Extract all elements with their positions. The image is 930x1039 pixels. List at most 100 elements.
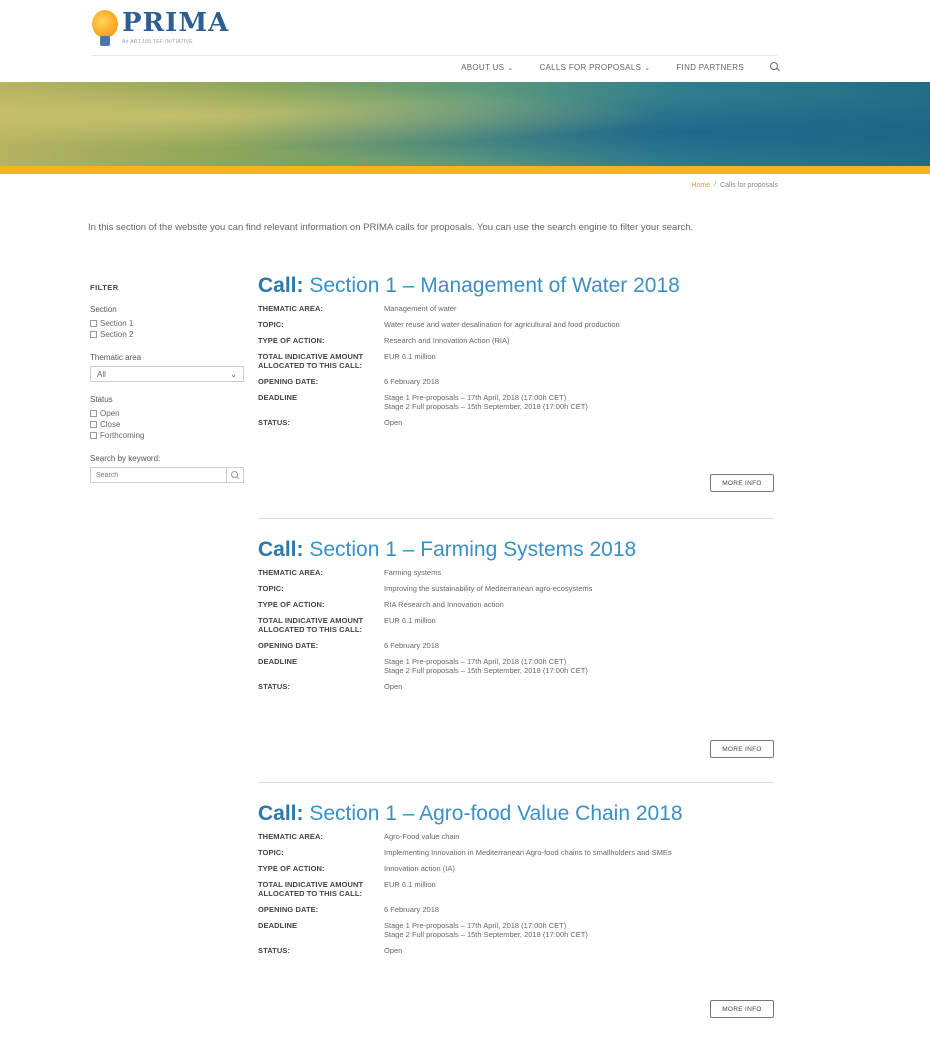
call-title[interactable]: Call: Section 1 – Agro-food Value Chain … [258,802,774,826]
amount-row: TOTAL INDICATIVE AMOUNT ALLOCATED TO THI… [258,352,774,370]
thematic-area-select[interactable]: All ⌄ [90,366,244,382]
breadcrumb: Home / Calls for proposals [691,182,778,189]
field-value: 6 February 2018 [384,905,440,914]
hero-banner [0,82,930,166]
topic-row: TOPIC: Improving the sustainability of Me… [258,584,774,593]
call-card: Call: Section 1 – Farming Systems 2018 T… [258,538,774,758]
checkbox-icon [90,331,97,338]
keyword-search-button[interactable] [226,468,243,482]
status-row: STATUS: Open [258,946,774,955]
field-value: RIA Research and Innovation action [384,600,504,609]
checkbox-icon [90,320,97,327]
field-value: Management of water [384,304,457,313]
type-row: TYPE OF ACTION: RIA Research and Innovati… [258,600,774,609]
opening-row: OPENING DATE: 6 February 2018 [258,905,774,914]
status-open-checkbox[interactable]: Open [90,408,250,419]
more-info-button[interactable]: MORE INFO [710,474,774,492]
more-info-button[interactable]: MORE INFO [710,1000,774,1018]
field-label: TOPIC: [258,320,284,329]
checkbox-icon [90,421,97,428]
site-header: PRIMA An ART.185 TEF INITIATIVE ABOUT US… [0,0,930,82]
call-title[interactable]: Call: Section 1 – Management of Water 20… [258,274,774,298]
type-row: TYPE OF ACTION: Innovation action (IA) [258,864,774,873]
thematic-row: THEMATIC AREA: Management of water [258,304,774,313]
breadcrumb-current: Calls for proposals [720,182,778,189]
status-close-checkbox[interactable]: Close [90,419,250,430]
field-label: TOTAL INDICATIVE AMOUNT ALLOCATED TO THI… [258,352,364,370]
field-value: Open [384,682,403,691]
nav-calls-for-proposals[interactable]: CALLS FOR PROPOSALS ⌄ [539,63,650,72]
keyword-search-input[interactable] [91,468,226,482]
call-title[interactable]: Call: Section 1 – Farming Systems 2018 [258,538,774,562]
call-title-text: Section 1 – Management of Water 2018 [309,274,680,297]
field-label: THEMATIC AREA: [258,568,324,577]
checkbox-label: Open [100,409,120,418]
nav-label: FIND PARTNERS [676,62,744,72]
topic-row: TOPIC: Implementing Innovation in Mediter… [258,848,774,857]
more-info-button[interactable]: MORE INFO [710,740,774,758]
field-label: TOPIC: [258,584,284,593]
call-divider [258,782,774,783]
section-label: Section [90,305,117,314]
field-value: Improving the sustainability of Mediterr… [384,584,593,593]
deadline-row: DEADLINE Stage 1 Pre-proposals – 17th Apr… [258,657,774,675]
field-value: EUR 6.1 million [384,616,436,625]
field-label: DEADLINE [258,393,298,402]
field-value: 6 February 2018 [384,641,440,650]
call-divider [258,518,774,519]
amount-row: TOTAL INDICATIVE AMOUNT ALLOCATED TO THI… [258,880,774,898]
breadcrumb-separator: / [714,182,717,189]
deadline-stage-1: Stage 1 Pre-proposals – 17th April, 2018… [384,921,567,930]
intro-text: In this section of the website you can f… [88,222,694,233]
checkbox-icon [90,432,97,439]
field-label: OPENING DATE: [258,905,319,914]
field-label: STATUS: [258,418,291,427]
field-value: Research and Innovation Action (RIA) [384,336,510,345]
type-row: TYPE OF ACTION: Research and Innovation A… [258,336,774,345]
deadline-row: DEADLINE Stage 1 Pre-proposals – 17th Apr… [258,393,774,411]
field-label: TOTAL INDICATIVE AMOUNT ALLOCATED TO THI… [258,616,364,634]
field-value: Water reuse and water desalination for a… [384,320,620,329]
field-label: THEMATIC AREA: [258,832,324,841]
search-icon[interactable] [770,62,780,72]
field-value: Stage 1 Pre-proposals – 17th April, 2018… [384,393,774,411]
field-value: Stage 1 Pre-proposals – 17th April, 2018… [384,921,774,939]
field-label: TYPE OF ACTION: [258,336,325,345]
logo-tagline: An ART.185 TEF INITIATIVE [122,39,193,45]
deadline-stage-1: Stage 1 Pre-proposals – 17th April, 2018… [384,657,567,666]
deadline-stage-2: Stage 2 Full proposals – 15th September,… [384,402,588,411]
select-value: All [97,369,106,379]
deadline-stage-2: Stage 2 Full proposals – 15th September,… [384,930,588,939]
keyword-label: Search by keyword: [90,454,161,463]
deadline-stage-2: Stage 2 Full proposals – 15th September,… [384,666,588,675]
banner-stripe [0,166,930,174]
call-prefix: Call: [258,274,304,297]
nav-about-us[interactable]: ABOUT US ⌄ [461,63,513,72]
field-value: Open [384,418,403,427]
breadcrumb-home[interactable]: Home [691,182,710,189]
checkbox-icon [90,410,97,417]
nav-find-partners[interactable]: FIND PARTNERS [676,63,744,72]
status-label: Status [90,395,113,404]
field-value: 6 February 2018 [384,377,440,386]
chevron-down-icon: ⌄ [230,369,237,379]
opening-row: OPENING DATE: 6 February 2018 [258,377,774,386]
field-label: STATUS: [258,682,291,691]
status-forthcoming-checkbox[interactable]: Forthcoming [90,430,250,441]
field-value: EUR 6.1 million [384,352,436,361]
call-card: Call: Section 1 – Agro-food Value Chain … [258,802,774,1018]
field-label: DEADLINE [258,657,298,666]
checkbox-label: Section 2 [100,330,134,339]
checkbox-label: Close [100,420,121,429]
field-value: Innovation action (IA) [384,864,455,873]
call-card: Call: Section 1 – Management of Water 20… [258,274,774,492]
call-title-text: Section 1 – Farming Systems 2018 [309,538,637,561]
section-2-checkbox[interactable]: Section 2 [90,329,250,340]
checkbox-label: Section 1 [100,319,134,328]
section-1-checkbox[interactable]: Section 1 [90,318,250,329]
keyword-search [90,467,244,483]
lightbulb-base-icon [100,36,110,46]
filter-sidebar: FILTER Section Section 1 Section 2 Thema… [90,283,250,483]
field-value: Farming systems [384,568,442,577]
prima-logo[interactable]: PRIMA An ART.185 TEF INITIATIVE [92,6,252,50]
